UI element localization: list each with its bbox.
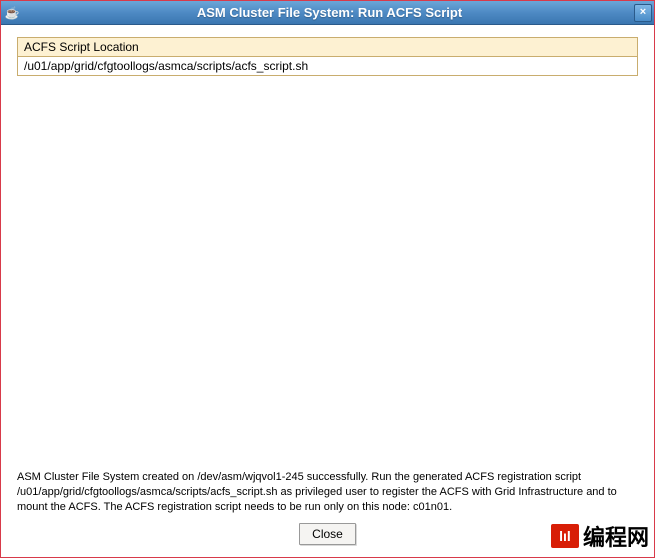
- window-close-button[interactable]: ×: [634, 4, 652, 22]
- window-title: ASM Cluster File System: Run ACFS Script: [25, 5, 634, 20]
- script-path-cell: /u01/app/grid/cfgtoollogs/asmca/scripts/…: [18, 57, 638, 76]
- java-app-icon: ☕: [3, 4, 21, 22]
- table-row[interactable]: /u01/app/grid/cfgtoollogs/asmca/scripts/…: [18, 57, 638, 76]
- status-message: ASM Cluster File System created on /dev/…: [17, 470, 638, 515]
- close-icon: ×: [640, 7, 646, 18]
- dialog-content: ACFS Script Location /u01/app/grid/cfgto…: [1, 25, 654, 557]
- script-table-area: ACFS Script Location /u01/app/grid/cfgto…: [17, 37, 638, 464]
- table-header-script-location: ACFS Script Location: [18, 38, 638, 57]
- button-row: Close: [17, 523, 638, 551]
- close-button[interactable]: Close: [299, 523, 356, 545]
- script-location-table: ACFS Script Location /u01/app/grid/cfgto…: [17, 37, 638, 76]
- window-titlebar: ☕ ASM Cluster File System: Run ACFS Scri…: [1, 1, 654, 25]
